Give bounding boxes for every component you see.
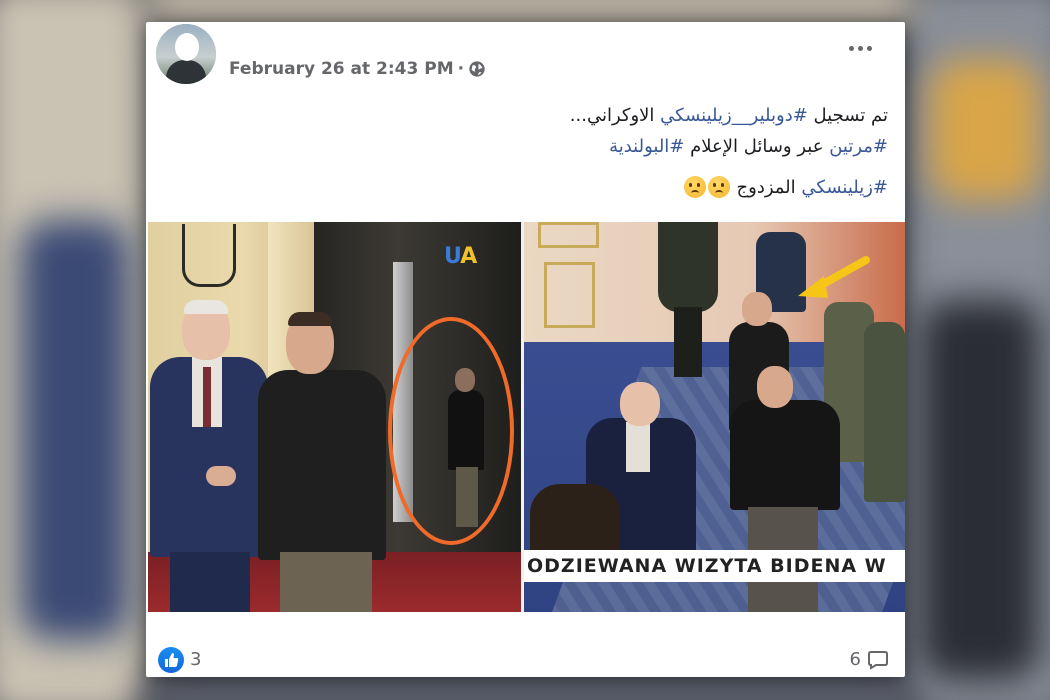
comment-icon[interactable] bbox=[867, 650, 889, 670]
post-header: February 26 at 2:43 PM · bbox=[146, 22, 905, 112]
post-line-1: تم تسجيل #دوبلير__زيلينسكي الاوكراني... bbox=[569, 105, 888, 126]
post-meta: February 26 at 2:43 PM · bbox=[229, 58, 486, 80]
avatar[interactable] bbox=[156, 24, 216, 84]
photo-left[interactable]: UA bbox=[148, 222, 521, 612]
post-message: تم تسجيل #دوبلير__زيلينسكي الاوكراني... … bbox=[288, 100, 888, 203]
more-options-icon bbox=[848, 45, 854, 51]
ua-channel-logo: UA bbox=[444, 244, 477, 269]
post-line-3: #زيلينسكي المزدوج bbox=[288, 172, 888, 203]
globe-icon[interactable] bbox=[468, 60, 486, 78]
like-icon[interactable] bbox=[158, 647, 184, 673]
more-options-button[interactable] bbox=[845, 38, 875, 58]
post-photo-collage[interactable]: UA ODZIEWANA WIZYTA BIDENA W bbox=[148, 222, 905, 612]
reaction-count[interactable]: 3 bbox=[190, 649, 201, 670]
hashtag-link[interactable]: #مرتين bbox=[829, 136, 888, 157]
post-timestamp[interactable]: February 26 at 2:43 PM bbox=[229, 59, 454, 79]
hashtag-link[interactable]: #دوبلير__زيلينسكي bbox=[660, 105, 808, 126]
arrow-annotation bbox=[798, 256, 870, 298]
photo-right[interactable]: ODZIEWANA WIZYTA BIDENA W bbox=[524, 222, 905, 612]
hashtag-link[interactable]: #زيلينسكي bbox=[801, 177, 888, 198]
hashtag-link[interactable]: #البولندية bbox=[609, 136, 684, 157]
meta-separator: · bbox=[457, 59, 465, 79]
thinking-face-emoji-icon bbox=[707, 176, 730, 198]
news-banner: ODZIEWANA WIZYTA BIDENA W bbox=[524, 550, 905, 582]
circle-annotation bbox=[388, 317, 514, 545]
comment-count[interactable]: 6 bbox=[850, 649, 861, 670]
thinking-face-emoji-icon bbox=[683, 176, 706, 198]
facebook-post-card: February 26 at 2:43 PM · تم تسجيل #دوبلي… bbox=[146, 22, 905, 677]
post-footer: 3 6 bbox=[146, 642, 905, 677]
wall-lamp bbox=[182, 224, 236, 287]
post-line-2: #مرتين عبر وسائل الإعلام #البولندية bbox=[609, 136, 888, 157]
